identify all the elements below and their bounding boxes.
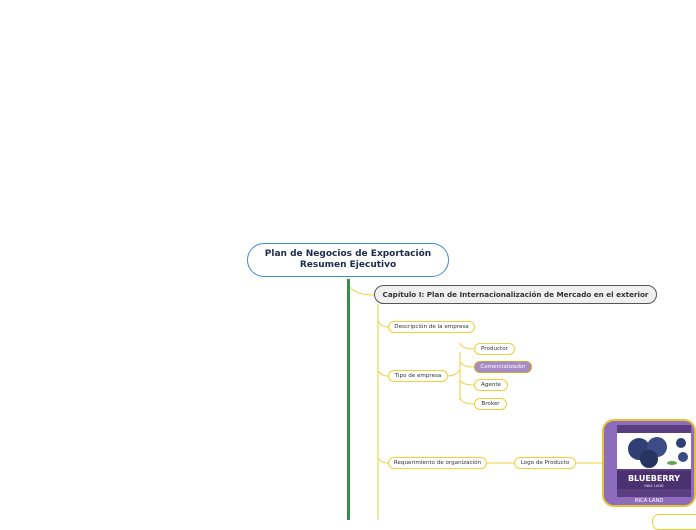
topic-offscreen[interactable]: [652, 514, 696, 530]
topic-broker[interactable]: Broker: [474, 398, 507, 410]
root-title-line1: Plan de Negocios de Exportación: [264, 249, 432, 259]
topic-requerimiento[interactable]: Requerimiento de organización: [388, 457, 487, 469]
topic-descripcion[interactable]: Descripción de la empresa: [388, 321, 475, 333]
blueberry-logo-art: BLUEBERRY INKA LAND: [617, 425, 691, 497]
blueberry-package-image: BLUEBERRY INKA LAND: [617, 425, 691, 497]
descripcion-connector: [377, 319, 389, 328]
topic-tipo-empresa[interactable]: Tipo de empresa: [388, 370, 448, 382]
topic-agente[interactable]: Agente: [474, 379, 508, 391]
logo-brand-text: BLUEBERRY: [628, 474, 680, 483]
tipo-connector: [377, 369, 389, 377]
topic-logo-producto[interactable]: Logo de Producto: [514, 457, 576, 469]
logo-sub-text: INKA LAND: [644, 484, 663, 488]
topic-productor[interactable]: Productor: [474, 343, 515, 355]
topic-comercializador[interactable]: Comercializador: [474, 361, 532, 373]
tipo-children-connector: [447, 369, 461, 377]
chapter-topic[interactable]: Capítulo I: Plan de Internacionalización…: [374, 285, 657, 304]
product-image-topic[interactable]: BLUEBERRY INKA LAND INCA LAND: [602, 419, 696, 507]
requerimiento-connector: [377, 456, 389, 464]
root-title-line2: Resumen Ejecutivo: [299, 260, 397, 270]
root-topic[interactable]: Plan de Negocios de Exportación Resumen …: [247, 243, 449, 277]
image-caption: INCA LAND: [634, 498, 664, 504]
chapter-connector: [349, 286, 375, 296]
